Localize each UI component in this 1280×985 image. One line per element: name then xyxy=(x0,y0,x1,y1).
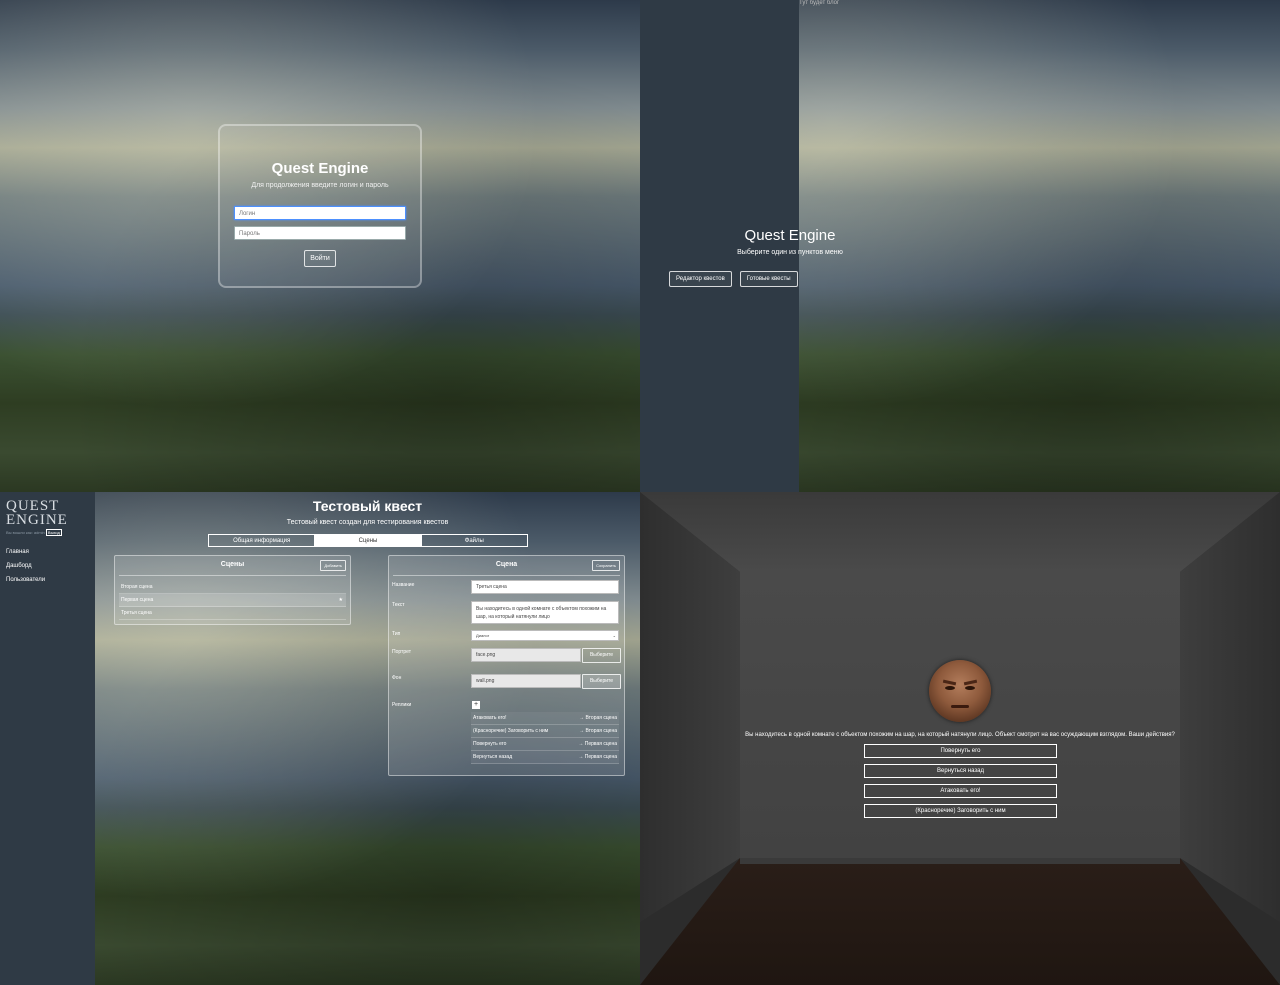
menu-panel xyxy=(640,0,799,492)
scene-item[interactable]: Вторая сцена xyxy=(119,581,346,594)
scenes-panel-title: Сцены xyxy=(220,561,245,568)
login-input[interactable]: Логин xyxy=(234,206,406,220)
background-label: Фон xyxy=(392,675,402,681)
tab-files[interactable]: Файлы xyxy=(422,535,527,546)
scenes-panel: Сцены Добавить Вторая сцена Первая сцена… xyxy=(114,555,351,625)
tab-bar: Общая информация Сцены Файлы xyxy=(208,534,528,547)
scene-text-input[interactable]: Вы находитесь в одной комнате с объектом… xyxy=(471,601,619,624)
choose-portrait-button[interactable]: Выберите xyxy=(582,648,621,663)
baseboard xyxy=(740,858,1180,864)
quest-title: Тестовый квест xyxy=(312,498,423,514)
menu-subtitle: Выберите один из пунктов меню xyxy=(737,249,843,256)
nav-item-dashboard[interactable]: Дашборд xyxy=(6,563,32,569)
choose-background-button[interactable]: Выберите xyxy=(582,674,621,689)
quest-subtitle: Тестовый квест создан для тестирования к… xyxy=(286,519,449,526)
choice-button[interactable]: Вернуться назад xyxy=(864,764,1057,778)
choice-button[interactable]: Повернуть его xyxy=(864,744,1057,758)
choice-button[interactable]: (Красноречие) Заговорить с ним xyxy=(864,804,1057,818)
star-icon: ★ xyxy=(338,597,343,603)
room-ceiling xyxy=(640,492,1280,572)
replies-label: Реплики xyxy=(392,702,412,708)
editor-screen: QUEST ENGINE Вы вошли как: admin Выход Г… xyxy=(0,492,640,985)
tab-scenes[interactable]: Сцены xyxy=(315,535,422,546)
password-input[interactable]: Пароль xyxy=(234,226,406,240)
user-info: Вы вошли как: admin Выход xyxy=(6,529,62,536)
quest-editor-button[interactable]: Редактор квестов xyxy=(669,271,732,287)
logout-link[interactable]: Выход xyxy=(45,529,62,536)
add-reply-button[interactable]: + xyxy=(472,701,480,709)
scene-name-input[interactable]: Третья сцена xyxy=(471,580,619,594)
portrait-label: Портрет xyxy=(392,649,412,655)
menu-title: Quest Engine xyxy=(744,227,836,244)
login-title: Quest Engine xyxy=(271,160,369,177)
blog-note: Тут будет блог xyxy=(799,0,840,6)
login-form: Quest Engine Для продолжения введите лог… xyxy=(218,124,422,288)
reply-row[interactable]: Атаковать его! → Вторая сцена xyxy=(471,712,619,725)
scene-item[interactable]: Третья сцена xyxy=(119,607,346,620)
tab-general[interactable]: Общая информация xyxy=(209,535,316,546)
face-portrait xyxy=(929,660,991,722)
add-scene-button[interactable]: Добавить xyxy=(320,560,346,571)
scene-panel-title: Сцена xyxy=(495,561,518,568)
text-label: Текст xyxy=(392,602,405,608)
ready-quests-button[interactable]: Готовые квесты xyxy=(739,271,798,287)
sidebar: QUEST ENGINE Вы вошли как: admin Выход Г… xyxy=(0,492,95,985)
choice-button[interactable]: Атаковать его! xyxy=(864,784,1057,798)
game-screen: Вы находитесь в одной комнате с объектом… xyxy=(640,492,1280,985)
room-floor xyxy=(640,858,1280,985)
reply-row[interactable]: Повернуть его → Первая сцена xyxy=(471,738,619,751)
logo: QUEST ENGINE xyxy=(6,498,68,528)
save-scene-button[interactable]: Сохранить xyxy=(592,560,620,571)
login-subtitle: Для продолжения введите логин и пароль xyxy=(251,182,389,189)
reply-row[interactable]: (Красноречие) Заговорить с ним → Вторая с… xyxy=(471,725,619,738)
portrait-input[interactable]: face.png xyxy=(471,648,581,662)
nav-item-users[interactable]: Пользователи xyxy=(6,577,45,583)
background-input[interactable]: wall.png xyxy=(471,674,581,688)
nav-item-home[interactable]: Главная xyxy=(6,549,29,555)
name-label: Название xyxy=(392,582,415,588)
scene-item[interactable]: Первая сцена ★ xyxy=(119,594,346,607)
login-screen: Quest Engine Для продолжения введите лог… xyxy=(0,0,640,492)
menu-screen: Тут будет блог Quest Engine Выберите оди… xyxy=(640,0,1280,492)
login-button[interactable]: Войти xyxy=(304,250,336,267)
reply-row[interactable]: Вернуться назад → Первая сцена xyxy=(471,751,619,764)
type-label: Тип xyxy=(392,631,401,637)
chevron-down-icon: ⌄ xyxy=(612,633,616,638)
scene-type-select[interactable]: Диалог ⌄ xyxy=(471,630,619,641)
scene-text: Вы находитесь в одной комнате с объектом… xyxy=(745,732,1175,738)
